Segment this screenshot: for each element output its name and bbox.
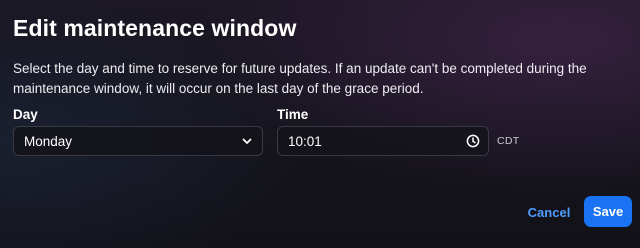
day-select[interactable]: Monday — [13, 126, 263, 156]
day-label: Day — [13, 107, 38, 122]
clock-icon[interactable] — [458, 127, 488, 155]
cancel-button[interactable]: Cancel — [524, 198, 574, 226]
time-input-value: 10:01 — [288, 133, 322, 149]
save-button[interactable]: Save — [584, 196, 632, 227]
timezone-label: CDT — [497, 135, 520, 147]
dialog-description: Select the day and time to reserve for f… — [13, 61, 587, 96]
maintenance-window-dialog: Edit maintenance window Select the day a… — [0, 0, 640, 248]
chevron-down-icon[interactable] — [232, 127, 262, 155]
day-select-value: Monday — [24, 133, 73, 149]
time-label: Time — [277, 107, 309, 122]
dialog-title: Edit maintenance window — [13, 15, 297, 41]
time-input[interactable]: 10:01 — [277, 126, 489, 156]
